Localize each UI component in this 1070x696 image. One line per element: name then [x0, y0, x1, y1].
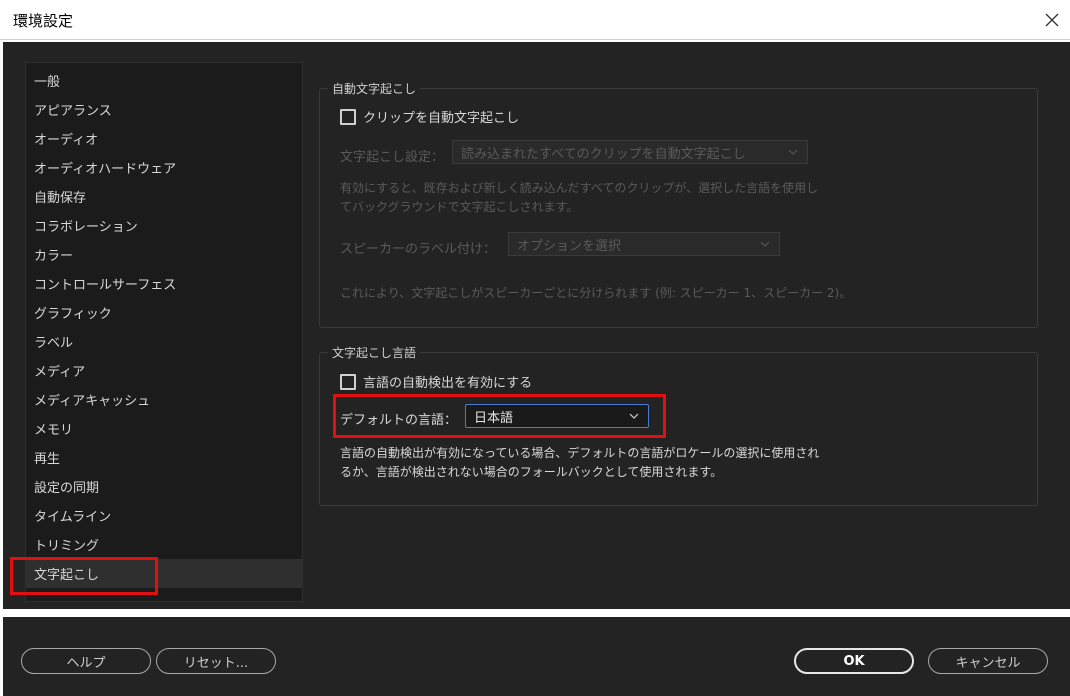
- auto-transcription-description-line1: 有効にすると、既存および新しく読み込んだすべてのクリップが、選択した言語を使用し: [340, 181, 819, 195]
- speaker-note: これにより、文字起こしがスピーカーごとに分けられます (例: スピーカー 1、ス…: [340, 286, 852, 300]
- preferences-panel: 一般 アピアランス オーディオ オーディオハードウェア 自動保存 コラボレーショ…: [3, 42, 1070, 609]
- language-description-line1: 言語の自動検出が有効になっている場合、デフォルトの言語がロケールの選択に使用され: [340, 446, 820, 460]
- cancel-button[interactable]: キャンセル: [928, 648, 1048, 674]
- sidebar-item-audio-hardware[interactable]: オーディオハードウェア: [26, 153, 302, 182]
- transcription-setting-select: 読み込まれたすべてのクリップを自動文字起こし: [452, 140, 808, 164]
- sidebar-item-playback[interactable]: 再生: [26, 443, 302, 472]
- language-description-line2: るか、言語が検出されない場合のフォールバックとして使用されます。: [340, 465, 723, 479]
- auto-transcribe-label: クリップを自動文字起こし: [363, 111, 520, 126]
- auto-transcription-group: 自動文字起こし クリップを自動文字起こし 文字起こし設定： 読み込まれたすべての…: [319, 80, 1038, 328]
- sidebar-item-collaboration[interactable]: コラボレーション: [26, 211, 302, 240]
- reset-button[interactable]: リセット...: [156, 648, 276, 674]
- sidebar-item-transcription[interactable]: 文字起こし: [26, 559, 302, 588]
- transcription-language-legend: 文字起こし言語: [328, 344, 421, 361]
- sidebar-item-trimming[interactable]: トリミング: [26, 530, 302, 559]
- ok-button[interactable]: OK: [794, 648, 914, 674]
- auto-detect-label: 言語の自動検出を有効にする: [363, 376, 533, 391]
- close-icon: [1045, 13, 1059, 26]
- sidebar-item-media[interactable]: メディア: [26, 356, 302, 385]
- sidebar-item-auto-save[interactable]: 自動保存: [26, 182, 302, 211]
- default-language-select[interactable]: 日本語: [465, 404, 649, 428]
- close-button[interactable]: [1034, 0, 1070, 39]
- title-bar: 環境設定: [0, 0, 1070, 40]
- auto-detect-checkbox[interactable]: [340, 373, 356, 390]
- help-button[interactable]: ヘルプ: [21, 648, 151, 674]
- auto-transcription-description-line2: てバックグラウンドで文字起こしされます。: [340, 200, 579, 214]
- auto-transcription-legend: 自動文字起こし: [328, 80, 421, 97]
- sidebar-item-control-surface[interactable]: コントロールサーフェス: [26, 269, 302, 298]
- sidebar-item-color[interactable]: カラー: [26, 240, 302, 269]
- default-language-label: デフォルトの言語：: [340, 413, 458, 428]
- auto-detect-checkbox-row[interactable]: 言語の自動検出を有効にする: [340, 372, 532, 391]
- sidebar-item-audio[interactable]: オーディオ: [26, 124, 302, 153]
- transcription-setting-label: 文字起こし設定：: [340, 150, 445, 165]
- speaker-label-select: オプションを選択: [508, 232, 780, 256]
- category-sidebar: 一般 アピアランス オーディオ オーディオハードウェア 自動保存 コラボレーショ…: [10, 62, 303, 602]
- window-title: 環境設定: [13, 12, 74, 30]
- sidebar-item-labels[interactable]: ラベル: [26, 327, 302, 356]
- sidebar-item-appearance[interactable]: アピアランス: [26, 95, 302, 124]
- language-description: 言語の自動検出が有効になっている場合、デフォルトの言語がロケールの選択に使用され…: [340, 444, 819, 482]
- sidebar-item-media-cache[interactable]: メディアキャッシュ: [26, 385, 302, 414]
- transcription-setting-value: 読み込まれたすべてのクリップを自動文字起こし: [461, 146, 746, 162]
- sidebar-item-timeline[interactable]: タイムライン: [26, 501, 302, 530]
- sidebar-item-sync-settings[interactable]: 設定の同期: [26, 472, 302, 501]
- auto-transcription-description: 有効にすると、既存および新しく読み込んだすべてのクリップが、選択した言語を使用し…: [340, 179, 818, 217]
- chevron-down-icon: [760, 241, 770, 247]
- sidebar-item-graphics[interactable]: グラフィック: [26, 298, 302, 327]
- auto-transcribe-checkbox-row[interactable]: クリップを自動文字起こし: [340, 107, 519, 126]
- chevron-down-icon: [629, 413, 639, 419]
- speaker-label-label: スピーカーのラベル付け：: [340, 242, 497, 257]
- default-language-value: 日本語: [474, 410, 514, 426]
- transcription-language-group: 文字起こし言語 言語の自動検出を有効にする デフォルトの言語： 日本語 言語の自…: [319, 344, 1038, 506]
- auto-transcribe-checkbox[interactable]: [340, 108, 356, 125]
- sidebar-item-memory[interactable]: メモリ: [26, 414, 302, 443]
- sidebar-item-general[interactable]: 一般: [26, 66, 302, 95]
- chevron-down-icon: [788, 149, 798, 155]
- speaker-label-placeholder: オプションを選択: [517, 238, 622, 254]
- dialog-footer: ヘルプ リセット... OK キャンセル: [3, 617, 1070, 696]
